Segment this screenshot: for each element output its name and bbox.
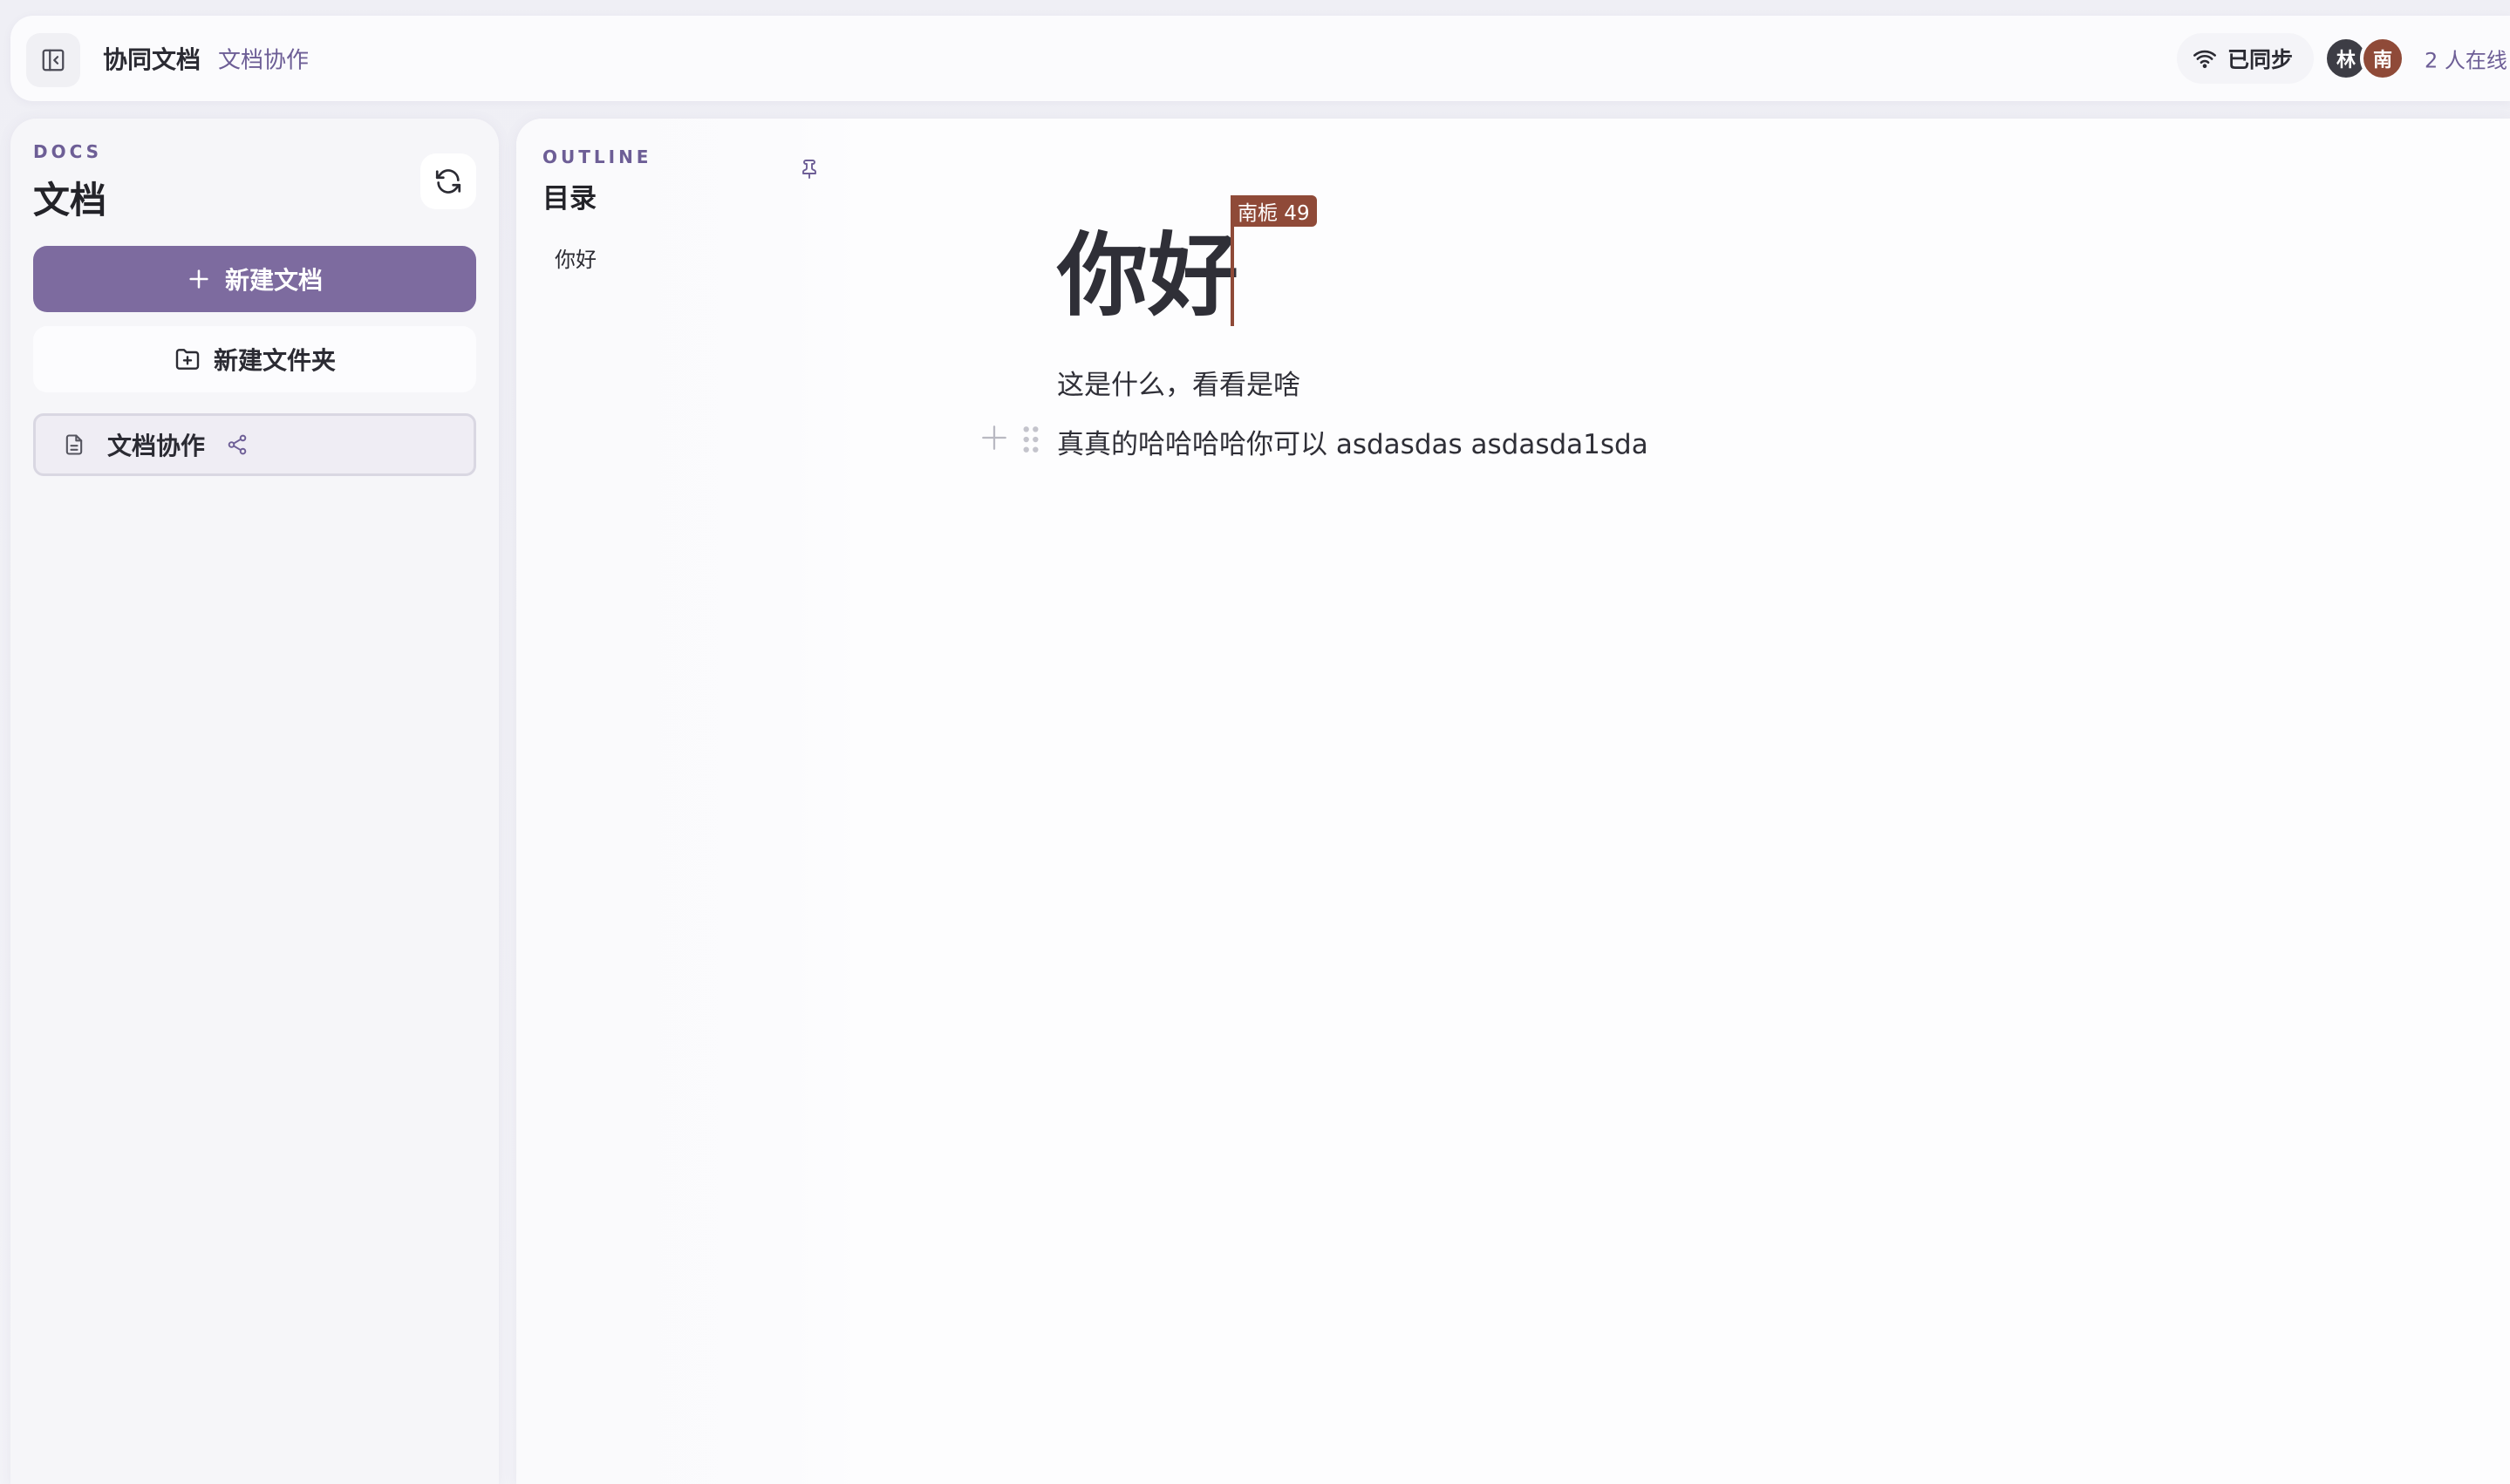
plus-icon bbox=[982, 425, 1006, 450]
sidebar-eyebrow: DOCS bbox=[33, 141, 103, 162]
sync-status-badge[interactable]: 已同步 bbox=[2177, 33, 2315, 84]
avatar[interactable]: 南 bbox=[2360, 36, 2405, 81]
new-folder-button[interactable]: 新建文件夹 bbox=[33, 326, 476, 392]
block-add-button[interactable] bbox=[977, 420, 1012, 455]
panel-left-close-icon bbox=[42, 49, 65, 71]
new-doc-label: 新建文档 bbox=[224, 266, 323, 295]
paragraph[interactable]: 这是什么，看看是啥 bbox=[1057, 363, 1300, 402]
app-title: 协同文档 bbox=[103, 45, 201, 74]
sidebar-toggle-button[interactable] bbox=[26, 33, 80, 87]
current-doc-title: 文档协作 bbox=[218, 47, 310, 74]
refresh-button[interactable] bbox=[420, 153, 476, 209]
outline-heading: 目录 bbox=[542, 183, 597, 214]
new-folder-label: 新建文件夹 bbox=[213, 346, 336, 375]
share-icon[interactable] bbox=[226, 433, 249, 456]
outline-item[interactable]: 你好 bbox=[555, 242, 597, 273]
pin-outline-button[interactable] bbox=[792, 152, 827, 187]
editor-area[interactable]: 你好 南栀 49 这是什么，看看是啥 真真的哈哈哈哈你可以 asdasdas a… bbox=[860, 119, 2510, 1484]
file-text-icon bbox=[65, 434, 83, 455]
sync-status-label: 已同步 bbox=[2227, 47, 2294, 72]
main-panel: OUTLINE 目录 你好 你好 南栀 49 这是什么，看看是啥 真真的哈哈哈哈… bbox=[516, 119, 2510, 1484]
docs-sidebar: DOCS 文档 新建文档 新建文件夹 文档协作 bbox=[10, 119, 499, 1484]
outline-panel: OUTLINE 目录 你好 bbox=[516, 119, 860, 1484]
block-drag-handle[interactable] bbox=[1019, 422, 1043, 457]
wifi-icon bbox=[2193, 50, 2216, 69]
doc-heading[interactable]: 你好 bbox=[1057, 221, 1238, 330]
online-users: 林 南 bbox=[2323, 35, 2405, 82]
doc-list-item-label: 文档协作 bbox=[107, 432, 206, 460]
sidebar-heading: 文档 bbox=[33, 179, 107, 221]
doc-list-item[interactable]: 文档协作 bbox=[33, 413, 476, 476]
outline-eyebrow: OUTLINE bbox=[542, 146, 652, 167]
app-window: 协同文档 文档协作 已同步 林 南 2 人在线 DOCS 文档 新建文档 新建文… bbox=[0, 0, 2510, 1484]
folder-plus-icon bbox=[175, 349, 200, 370]
refresh-icon bbox=[435, 169, 461, 194]
plus-icon bbox=[189, 269, 208, 289]
online-count: 2 人在线 bbox=[2425, 48, 2507, 73]
paragraph[interactable]: 真真的哈哈哈哈你可以 asdasdas asdasda1sda bbox=[1057, 422, 1648, 461]
drag-handle-icon bbox=[1023, 426, 1039, 453]
remote-cursor-label: 南栀 49 bbox=[1231, 195, 1317, 227]
top-bar: 协同文档 文档协作 已同步 林 南 2 人在线 bbox=[10, 16, 2510, 101]
new-doc-button[interactable]: 新建文档 bbox=[33, 246, 476, 312]
pin-icon bbox=[802, 160, 816, 179]
